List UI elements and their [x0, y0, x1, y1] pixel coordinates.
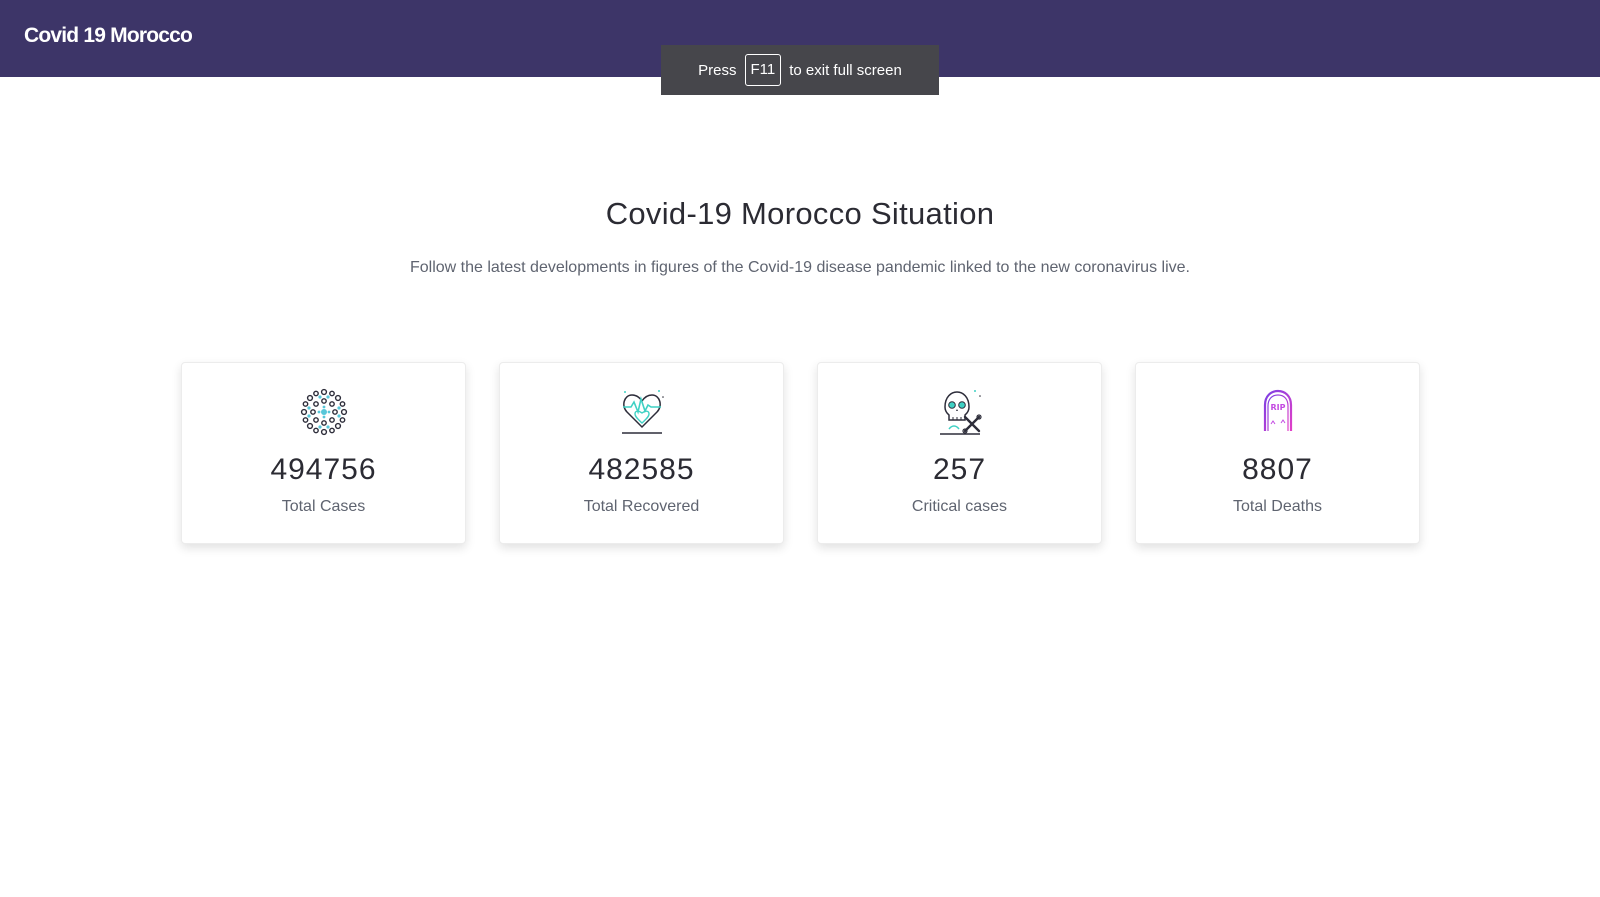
fullscreen-exit-notice: Press F11 to exit full screen [661, 45, 939, 95]
svg-text:RIP: RIP [1271, 403, 1286, 412]
virus-icon [299, 387, 349, 437]
page-subtitle: Follow the latest developments in figure… [410, 259, 1190, 276]
total-recovered-value: 482585 [588, 453, 695, 486]
stat-card-total-deaths: RIP 8807 Total Deaths [1135, 362, 1420, 544]
recovered-heart-icon [617, 387, 667, 437]
critical-cases-label: Critical cases [911, 498, 1008, 515]
critical-cases-value: 257 [932, 453, 987, 486]
fullscreen-notice-prefix: Press [698, 61, 737, 79]
stat-card-critical-cases: 257 Critical cases [817, 362, 1102, 544]
skull-crossbones-icon [935, 387, 985, 437]
brand-link[interactable]: Covid 19 Morocco [24, 24, 193, 48]
page-title: Covid-19 Morocco Situation [605, 196, 995, 231]
fullscreen-notice-suffix: to exit full screen [789, 61, 902, 79]
total-recovered-label: Total Recovered [583, 498, 700, 515]
f11-key-badge: F11 [744, 54, 782, 86]
total-deaths-label: Total Deaths [1233, 498, 1322, 515]
stat-card-total-recovered: 482585 Total Recovered [499, 362, 784, 544]
total-cases-value: 494756 [270, 453, 377, 486]
stat-card-total-cases: 494756 Total Cases [181, 362, 466, 544]
total-deaths-value: 8807 [1242, 453, 1313, 486]
rip-tombstone-icon: RIP [1253, 387, 1303, 437]
total-cases-label: Total Cases [281, 498, 366, 515]
